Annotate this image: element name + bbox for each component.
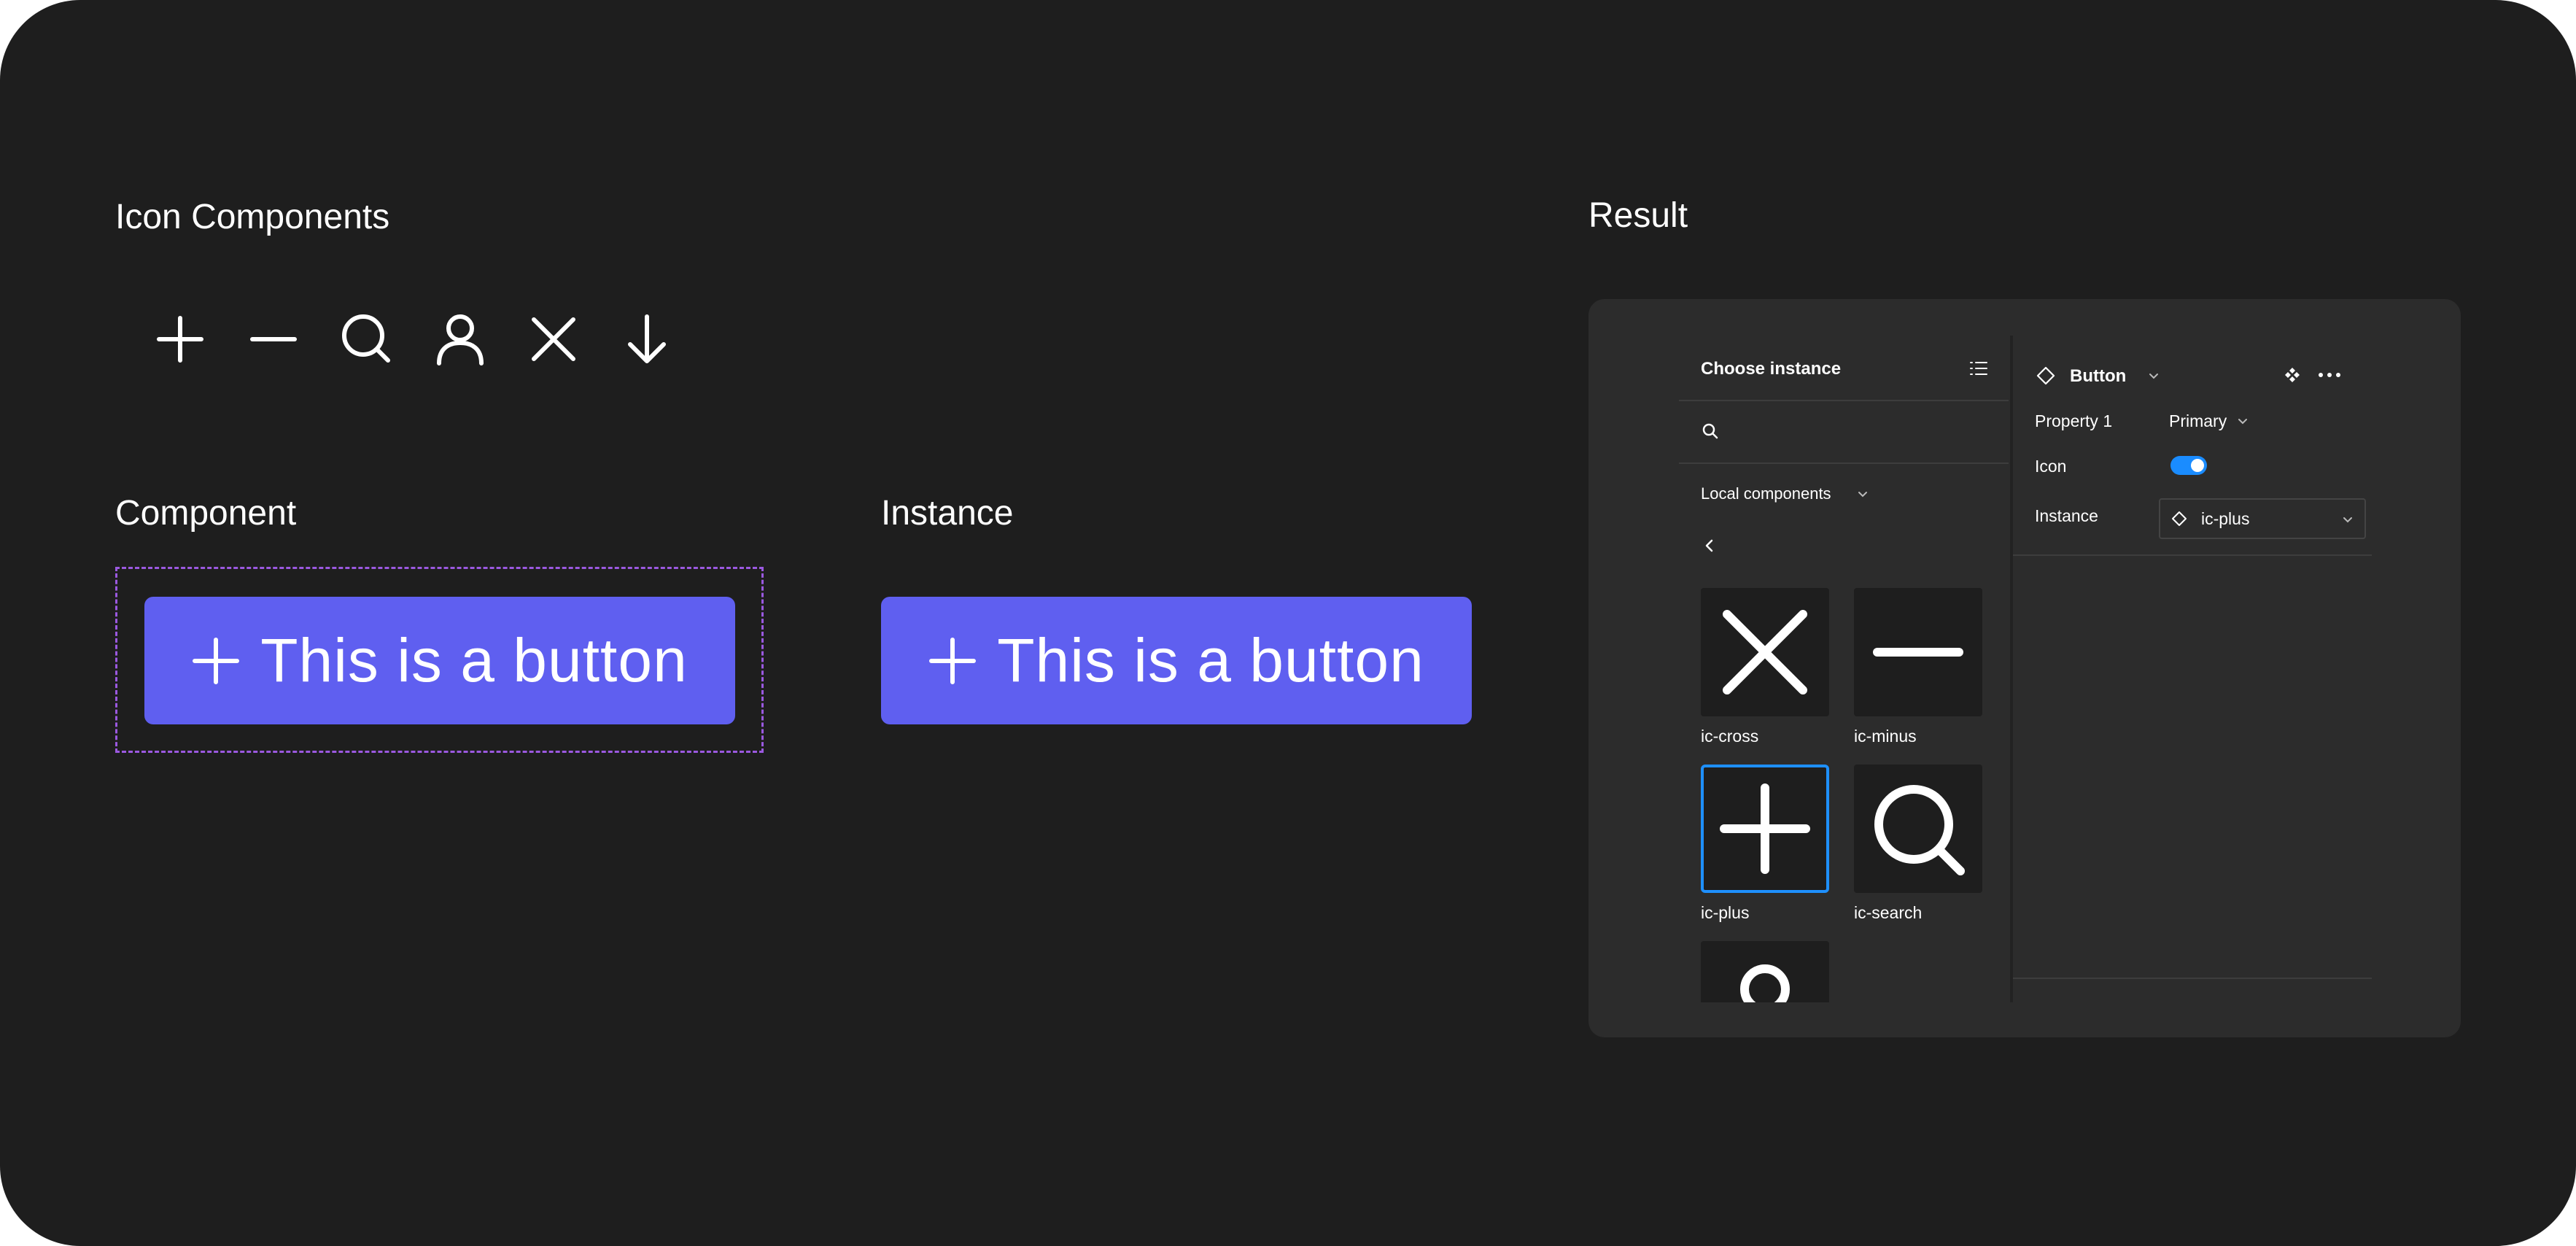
chevron-left-icon[interactable] [1701, 537, 1718, 554]
chevron-down-icon[interactable] [1856, 487, 1869, 500]
properties-panel: Button Property 1 Primary Icon Instance [2013, 336, 2372, 1002]
chevron-down-icon[interactable] [2236, 414, 2249, 427]
picker-title: Choose instance [1701, 359, 1842, 379]
instance-swap-select[interactable]: ic-plus [2159, 498, 2366, 539]
toggle-knob [2191, 459, 2204, 472]
cross-icon [1723, 610, 1807, 694]
chevron-down-icon [2341, 513, 2354, 526]
minus-icon [1873, 648, 1963, 657]
tile-label-ic-minus: ic-minus [1854, 727, 1917, 746]
tile-ic-cross[interactable] [1701, 588, 1829, 716]
go-to-main-component-icon[interactable] [2281, 364, 2303, 386]
user-icon [427, 306, 493, 372]
tile-ic-search[interactable] [1854, 765, 1982, 893]
plus-icon [1720, 783, 1810, 874]
instance-swap-value: ic-plus [2201, 509, 2250, 528]
component-button[interactable]: This is a button [144, 597, 735, 724]
property-1-value[interactable]: Primary [2169, 411, 2227, 431]
search-icon[interactable] [1701, 422, 1720, 441]
tile-label-ic-search: ic-search [1854, 903, 1923, 922]
button-label: This is a button [997, 626, 1424, 694]
arrow-down-icon [614, 306, 680, 372]
tile-label-ic-cross: ic-cross [1701, 727, 1759, 746]
icon-components-heading: Icon Components [115, 198, 390, 236]
plus-icon [147, 306, 213, 372]
result-panel: Choose instance Local components ic-cros… [1588, 299, 2461, 1037]
local-components-label[interactable]: Local components [1701, 484, 1831, 503]
tile-ic-user[interactable] [1701, 941, 1829, 1002]
search-icon [334, 306, 400, 372]
component-diamond-icon [2035, 365, 2057, 387]
plus-icon [928, 637, 977, 685]
cross-icon [521, 306, 586, 372]
tile-ic-plus[interactable] [1701, 765, 1829, 893]
list-view-icon[interactable] [1968, 357, 1990, 379]
divider [1679, 463, 2009, 464]
icon-toggle[interactable] [2170, 456, 2207, 475]
tile-label-ic-plus: ic-plus [1701, 903, 1750, 922]
property-1-label: Property 1 [2035, 411, 2113, 430]
result-heading: Result [1588, 196, 1688, 235]
user-icon [1740, 964, 1790, 1002]
choose-instance-panel: Choose instance Local components ic-cros… [1679, 336, 2009, 1002]
plus-icon [192, 637, 240, 685]
component-name[interactable]: Button [2070, 366, 2126, 387]
component-heading: Component [115, 494, 297, 533]
instance-heading: Instance [881, 494, 1014, 533]
button-label: This is a button [260, 626, 688, 694]
divider [1679, 400, 2009, 401]
icon-property-label: Icon [2035, 457, 2067, 476]
more-options-icon[interactable] [2316, 364, 2343, 386]
instance-property-label: Instance [2035, 506, 2098, 525]
component-diamond-icon [2170, 510, 2188, 527]
canvas: Icon Components Component This is a butt… [0, 0, 2576, 1246]
chevron-down-icon[interactable] [2147, 369, 2160, 382]
minus-icon [241, 306, 306, 372]
divider [2013, 554, 2372, 556]
tile-ic-minus[interactable] [1854, 588, 1982, 716]
instance-button[interactable]: This is a button [881, 597, 1472, 724]
search-icon [1874, 785, 1965, 875]
divider [2013, 978, 2372, 979]
